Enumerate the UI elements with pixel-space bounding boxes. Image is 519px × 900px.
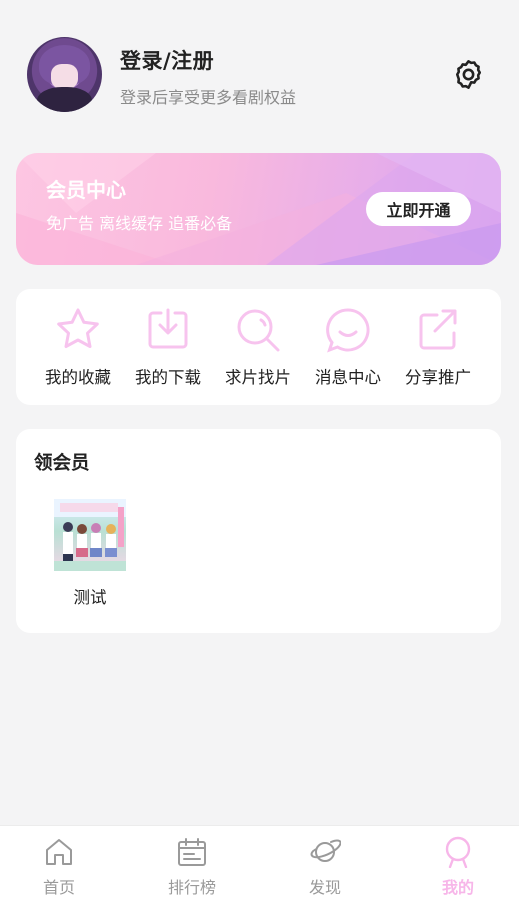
nav-ranking[interactable]: 排行榜 [152, 836, 232, 898]
login-subtitle: 登录后享受更多看剧权益 [120, 88, 297, 107]
menu-item-downloads[interactable]: 我的下载 [123, 305, 213, 395]
nav-discover[interactable]: 发现 [285, 836, 365, 898]
avatar-body [37, 87, 92, 112]
claim-vip-card: 领会员 测试 [16, 429, 501, 633]
vip-subtitle: 免广告 离线缓存 追番必备 [46, 214, 233, 233]
nav-label: 我的 [441, 878, 474, 897]
open-vip-button[interactable]: 立即开通 [366, 192, 471, 226]
function-menu: 我的收藏 我的下载 求片找片 消息中心 分享推广 [16, 289, 501, 405]
claim-vip-title: 领会员 [34, 453, 90, 474]
vip-center-banner[interactable]: 会员中心 免广告 离线缓存 追番必备 立即开通 [16, 153, 501, 265]
menu-label: 消息中心 [315, 368, 381, 387]
message-icon [326, 308, 370, 353]
menu-item-request[interactable]: 求片找片 [213, 305, 303, 395]
menu-item-messages[interactable]: 消息中心 [303, 305, 393, 395]
claim-item[interactable]: 测试 [54, 499, 126, 608]
profile-header: 登录/注册 登录后享受更多看剧权益 [0, 0, 519, 140]
menu-label: 我的收藏 [45, 368, 111, 387]
share-icon [419, 309, 457, 350]
menu-label: 分享推广 [405, 368, 471, 387]
anime-poster-thumbnail [54, 499, 126, 571]
nav-mine[interactable]: 我的 [418, 836, 498, 898]
search-icon [237, 309, 280, 352]
menu-label: 我的下载 [135, 368, 201, 387]
menu-label: 求片找片 [225, 368, 291, 387]
nav-label: 发现 [308, 878, 341, 897]
nav-label: 首页 [42, 878, 75, 897]
login-register-link[interactable]: 登录/注册 [120, 45, 214, 75]
planet-icon [310, 839, 341, 862]
poster-illustration [54, 499, 126, 571]
gear-icon[interactable] [453, 59, 484, 90]
avatar[interactable] [27, 37, 102, 112]
calendar-icon [178, 838, 206, 866]
home-icon [46, 839, 72, 865]
nav-label: 排行榜 [167, 878, 216, 897]
download-icon [148, 308, 188, 349]
avatar-face [51, 64, 78, 89]
menu-item-share[interactable]: 分享推广 [393, 305, 483, 395]
menu-item-favorites[interactable]: 我的收藏 [33, 305, 123, 395]
nav-home[interactable]: 首页 [19, 836, 99, 898]
profile-icon [445, 836, 471, 868]
claim-item-name: 测试 [73, 588, 107, 607]
bottom-navigation: 首页 排行榜 发现 我的 [0, 825, 519, 900]
vip-title: 会员中心 [46, 178, 126, 202]
star-icon [57, 308, 99, 348]
